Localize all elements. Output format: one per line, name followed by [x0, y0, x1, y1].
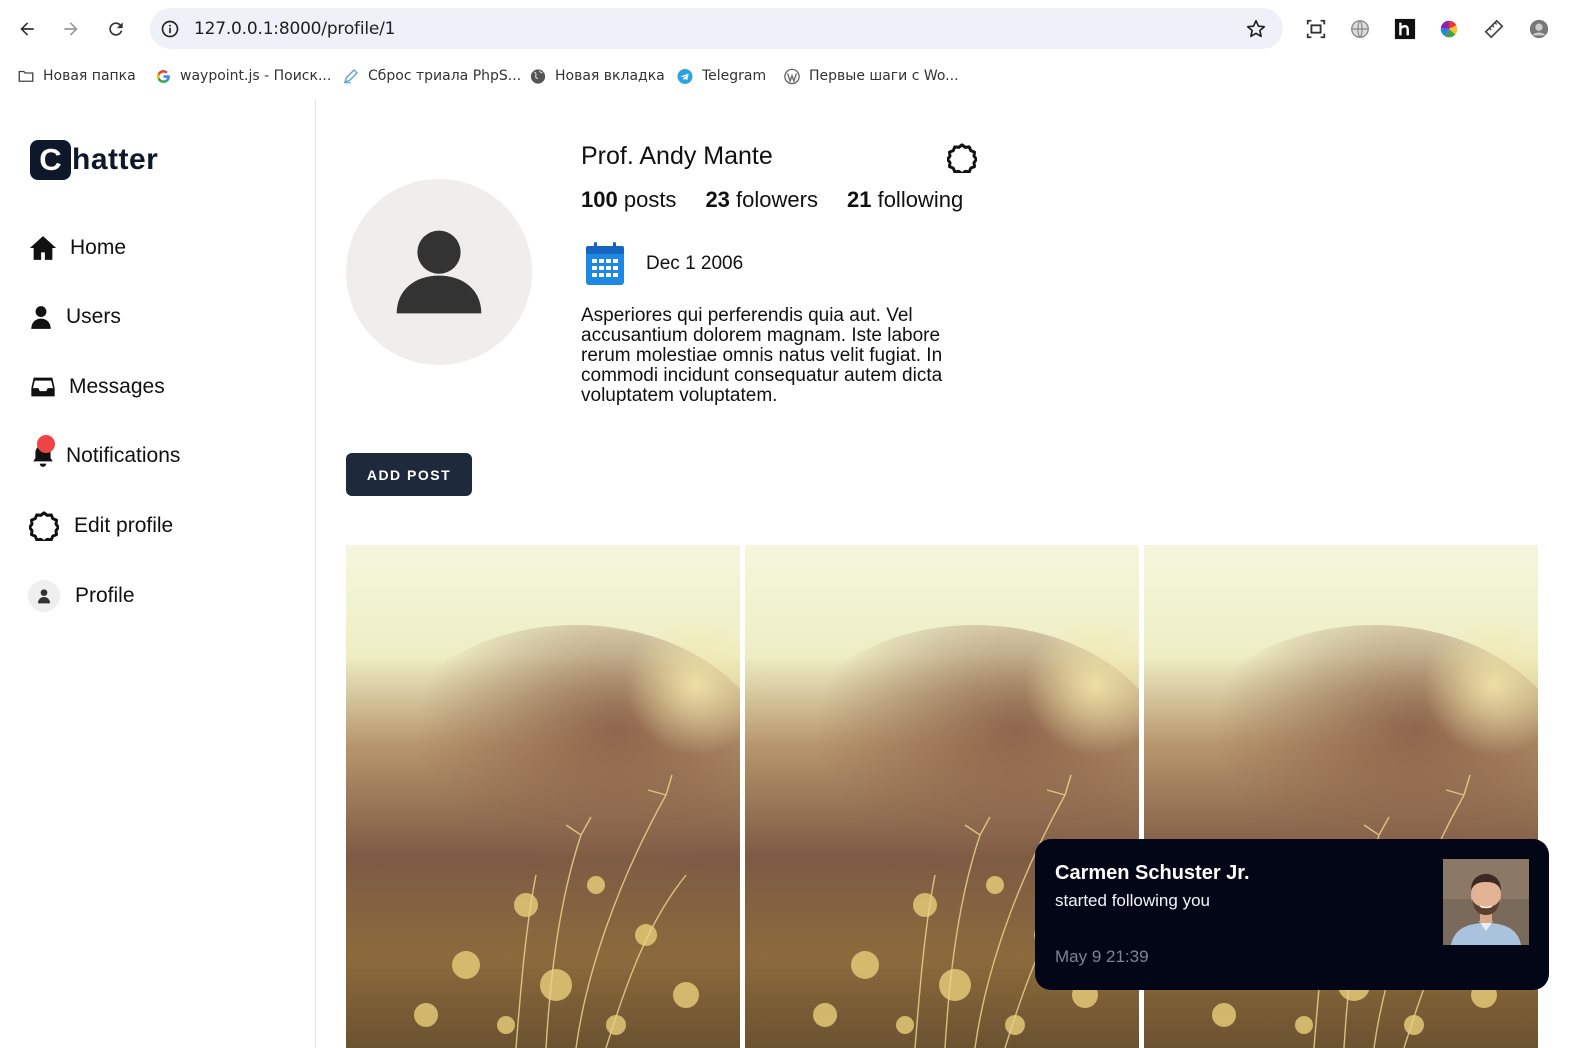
telegram-icon — [676, 67, 694, 85]
bookmark-label: waypoint.js - Поиск... — [180, 68, 332, 84]
google-icon — [154, 67, 172, 85]
followers-stat[interactable]: 23 folowers — [705, 187, 818, 213]
globe-icon — [529, 67, 547, 85]
site-info-icon[interactable] — [159, 18, 181, 40]
bookmark-item[interactable]: Сброс триала PhpS... — [342, 64, 521, 88]
user-icon — [28, 302, 54, 332]
toast-user-name: Carmen Schuster Jr. — [1055, 862, 1250, 884]
bookmark-item[interactable]: Новая вкладка — [529, 64, 665, 88]
screenshot-icon[interactable] — [1304, 17, 1328, 41]
sidebar-item-profile[interactable]: Profile — [28, 580, 135, 612]
bell-icon — [28, 435, 58, 471]
sidebar-item-home[interactable]: Home — [28, 233, 126, 263]
h-extension-icon[interactable] — [1393, 17, 1417, 41]
reload-button[interactable] — [102, 15, 130, 43]
sidebar-item-label: Messages — [69, 375, 165, 398]
forward-button[interactable] — [57, 15, 85, 43]
account-avatar-icon[interactable] — [1527, 17, 1551, 41]
bookmark-label: Новая папка — [43, 68, 136, 84]
ruler-icon[interactable] — [1482, 17, 1506, 41]
profile-name: Prof. Andy Mante — [581, 142, 773, 170]
posts-label: posts — [623, 187, 677, 212]
user-silhouette-icon — [396, 230, 482, 314]
sidebar-item-label: Notifications — [66, 444, 181, 467]
sidebar-item-label: Home — [70, 236, 127, 259]
gear-icon — [28, 511, 60, 541]
url-text[interactable]: 127.0.0.1:8000/profile/1 — [194, 19, 395, 39]
sidebar-item-label: Edit profile — [74, 514, 174, 537]
profile-bio: Asperiores qui perferendis quia aut. Vel… — [581, 305, 943, 406]
sidebar-item-label: Profile — [75, 584, 135, 607]
bookmark-label: Первые шаги с Wo... — [809, 68, 959, 84]
followers-label: folowers — [736, 187, 818, 212]
wordpress-icon — [783, 67, 801, 85]
bookmarks-bar: Новая папка waypoint.js - Поиск... Сброс… — [0, 58, 1585, 94]
bookmark-item[interactable]: Новая папка — [17, 64, 136, 88]
following-count: 21 — [846, 187, 872, 212]
brand-letter: C — [30, 140, 71, 180]
sidebar-item-users[interactable]: Users — [28, 302, 121, 332]
add-post-button[interactable]: ADD POST — [346, 453, 472, 496]
folder-icon — [17, 67, 35, 85]
calendar-icon — [586, 242, 624, 285]
following-stat[interactable]: 21 following — [847, 187, 963, 213]
bookmark-item[interactable]: Telegram — [676, 64, 766, 88]
posts-count: 100 — [581, 187, 618, 212]
bookmark-label: Telegram — [702, 68, 767, 84]
gear-icon — [947, 143, 977, 173]
inbox-icon — [28, 372, 58, 402]
follow-notification-toast[interactable]: Carmen Schuster Jr. started following yo… — [1035, 839, 1549, 990]
toast-message: started following you — [1055, 891, 1210, 910]
joined-date: Dec 1 2006 — [646, 253, 744, 274]
notification-badge — [37, 435, 55, 453]
bookmark-label: Сброс триала PhpS... — [368, 68, 522, 84]
sidebar-item-messages[interactable]: Messages — [28, 372, 165, 402]
bookmark-label: Новая вкладка — [555, 68, 665, 84]
bookmark-item[interactable]: Первые шаги с Wo... — [783, 64, 959, 88]
following-label: following — [877, 187, 964, 212]
avatar-icon — [28, 580, 60, 612]
posts-stat[interactable]: 100 posts — [581, 187, 676, 213]
home-icon — [28, 233, 58, 263]
back-button[interactable] — [13, 15, 41, 43]
arrow-right-icon — [64, 22, 78, 36]
browser-toolbar: 127.0.0.1:8000/profile/1 — [0, 0, 1585, 58]
toast-user-photo — [1443, 859, 1529, 945]
post-thumbnail[interactable] — [346, 545, 740, 1048]
toast-timestamp: May 9 21:39 — [1055, 947, 1149, 966]
address-bar[interactable]: 127.0.0.1:8000/profile/1 — [150, 8, 1283, 49]
profile-stats: 100 posts 23 folowers 21 following — [581, 187, 992, 213]
bookmark-item[interactable]: waypoint.js - Поиск... — [154, 64, 331, 88]
sidebar-item-notifications[interactable]: Notifications — [28, 435, 181, 471]
joined-date-row: Dec 1 2006 — [585, 242, 743, 286]
sidebar: C hatter Home Users Messages Notificatio… — [0, 100, 316, 1048]
arrow-left-icon — [20, 22, 34, 36]
bookmark-star-icon[interactable] — [1245, 18, 1267, 40]
brand-name: hatter — [72, 143, 159, 176]
brand-logo[interactable]: C hatter — [30, 140, 158, 180]
globe-extension-icon[interactable] — [1348, 17, 1372, 41]
post-image — [346, 545, 740, 1048]
sidebar-item-edit-profile[interactable]: Edit profile — [28, 511, 173, 541]
profile-settings-button[interactable] — [945, 141, 979, 175]
color-wheel-icon[interactable] — [1437, 17, 1461, 41]
reload-icon — [109, 22, 123, 36]
followers-count: 23 — [705, 187, 730, 212]
pen-icon — [342, 67, 360, 85]
sidebar-item-label: Users — [66, 305, 121, 328]
profile-avatar — [346, 179, 532, 365]
